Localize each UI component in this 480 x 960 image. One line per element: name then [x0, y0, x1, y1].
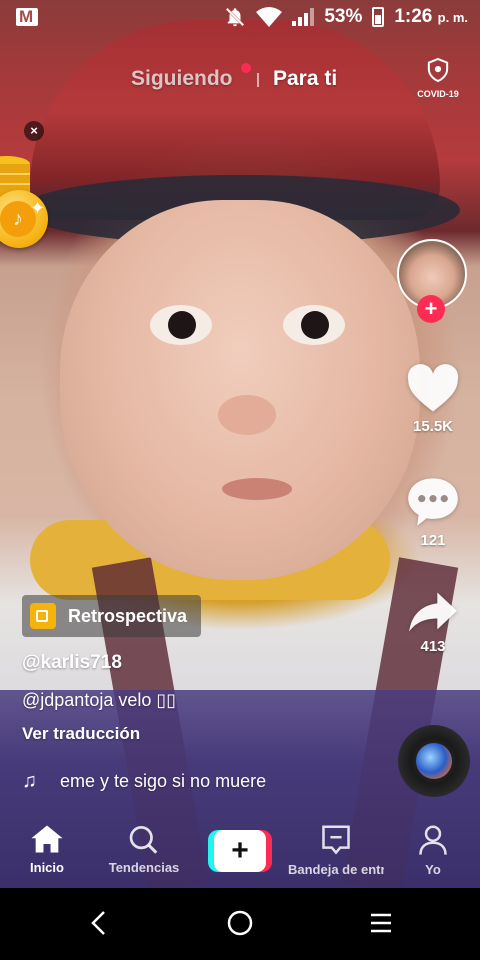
share-count: 413: [420, 638, 446, 655]
like-button[interactable]: 15.5K: [400, 364, 466, 435]
battery-percent: 53%: [324, 6, 363, 27]
music-disc-cover: [416, 743, 452, 779]
video-subject-eye-left: [150, 305, 212, 345]
video-subject-mouth: [222, 478, 292, 500]
back-icon[interactable]: [88, 909, 110, 937]
home-icon: [31, 825, 63, 853]
signal-icon: [292, 8, 315, 26]
like-count: 15.5K: [412, 418, 454, 435]
music-title: eme y te sigo si no muere: [60, 771, 267, 791]
nav-inbox[interactable]: Bandeja de entrada: [288, 824, 384, 877]
comment-button[interactable]: 121: [400, 476, 466, 549]
comment-count: 121: [420, 532, 446, 549]
effect-label: Retrospectiva: [68, 605, 188, 626]
status-right: 53% 1:26 p. m.: [224, 6, 468, 28]
heart-icon: [407, 364, 459, 412]
music-note-icon: ♫: [22, 770, 37, 792]
nav-home[interactable]: Inicio: [22, 824, 72, 875]
creator-avatar[interactable]: +: [397, 239, 467, 323]
nav-profile-label: Yo: [425, 862, 441, 877]
system-nav-bar: [0, 888, 480, 960]
sparkle-icon: ✦: [30, 198, 46, 218]
nav-discover[interactable]: Tendencias: [104, 824, 184, 875]
nav-inbox-label: Bandeja de entrada: [288, 862, 384, 877]
following-notification-dot: [241, 63, 251, 73]
battery-icon: [372, 7, 385, 27]
gmail-icon: [16, 7, 38, 27]
create-button[interactable]: +: [208, 830, 272, 872]
clock-ampm: p. m.: [437, 10, 468, 25]
clock-time: 1:26: [394, 6, 433, 27]
effect-icon: [30, 603, 56, 629]
video-caption: @jdpantoja velo ▯▯: [22, 690, 177, 710]
follow-button[interactable]: +: [417, 295, 445, 323]
status-bar: 53% 1:26 p. m.: [0, 0, 480, 38]
see-translation-link[interactable]: Ver traducción: [22, 724, 140, 744]
video-subject-face: [60, 200, 420, 580]
mute-icon: [226, 7, 245, 27]
video-subject-eye-right: [283, 305, 345, 345]
share-icon: [409, 592, 457, 632]
plus-icon: +: [214, 830, 266, 872]
covid-label: COVID-19: [417, 89, 459, 99]
nav-home-label: Inicio: [30, 860, 64, 875]
nav-profile[interactable]: Yo: [408, 824, 458, 877]
home-circle-icon[interactable]: [226, 909, 254, 937]
tab-following[interactable]: Siguiendo: [131, 67, 233, 91]
video-subject-nose: [218, 395, 276, 435]
share-button[interactable]: 413: [400, 590, 466, 655]
coin-close-button[interactable]: ×: [24, 121, 44, 141]
inbox-icon: [322, 825, 350, 855]
profile-icon: [419, 825, 447, 855]
music-disc[interactable]: [398, 725, 470, 797]
creator-username[interactable]: @karlis718: [22, 652, 122, 674]
tab-divider: [257, 73, 259, 87]
effect-tag[interactable]: Retrospectiva: [22, 595, 201, 637]
nav-discover-label: Tendencias: [108, 860, 180, 875]
music-ticker[interactable]: ♫ eme y te sigo si no muere: [22, 770, 294, 793]
comment-icon: [408, 478, 458, 526]
covid-button[interactable]: COVID-19: [410, 57, 466, 99]
shield-icon: [427, 57, 449, 83]
tab-for-you[interactable]: Para ti: [273, 67, 337, 91]
clock: 1:26 p. m.: [394, 6, 468, 28]
recents-icon[interactable]: [368, 909, 394, 937]
wifi-icon: [256, 7, 283, 27]
search-icon: [129, 826, 158, 854]
